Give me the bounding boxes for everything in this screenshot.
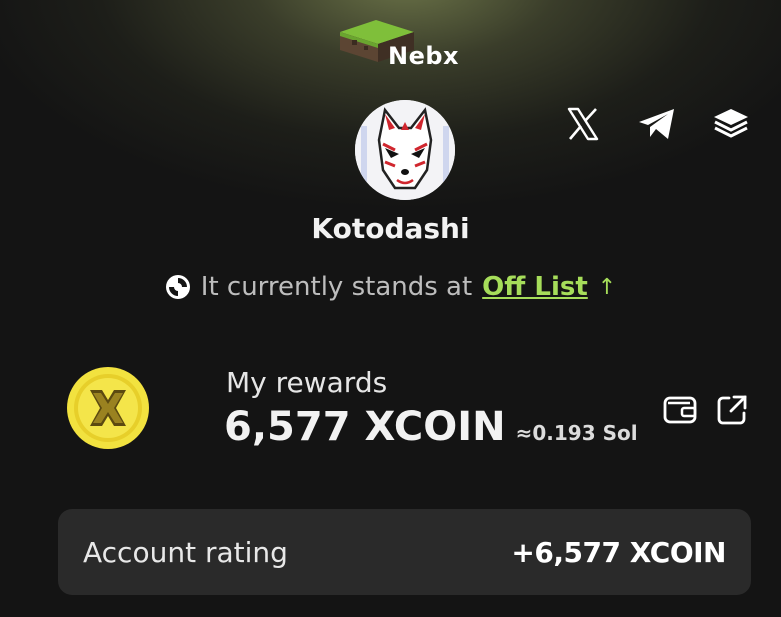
x-icon xyxy=(567,107,599,141)
external-link-icon xyxy=(717,395,747,425)
account-rating-value: +6,577 XCOIN xyxy=(511,535,726,569)
status-text: It currently stands at xyxy=(200,272,473,302)
xcoin-icon xyxy=(67,367,149,449)
layers-icon xyxy=(714,109,748,138)
social-links xyxy=(563,104,751,144)
avatar xyxy=(355,100,455,200)
account-rating-card: Account rating +6,577 XCOIN xyxy=(58,509,751,595)
username: Kotodashi xyxy=(311,212,470,245)
brand-name: Nebx xyxy=(388,42,460,70)
wallet-button[interactable] xyxy=(660,390,700,430)
rewards-amount: 6,577 XCOIN ≈0.193 Sol xyxy=(224,404,638,450)
up-arrow-icon: ↑ xyxy=(597,274,617,300)
spinner-icon xyxy=(165,275,190,299)
kitsune-mask-icon xyxy=(355,100,455,200)
list-status: It currently stands at Off List ↑ xyxy=(0,272,781,302)
layers-social-button[interactable] xyxy=(711,104,751,144)
external-link-button[interactable] xyxy=(712,390,752,430)
x-social-button[interactable] xyxy=(563,104,603,144)
off-list-link[interactable]: Off List xyxy=(482,272,588,302)
wallet-icon xyxy=(663,396,697,424)
telegram-social-button[interactable] xyxy=(637,104,677,144)
account-rating-label: Account rating xyxy=(83,535,288,569)
rewards-sol-amount: ≈0.193 Sol xyxy=(515,421,638,445)
rewards-xcoin-amount: 6,577 XCOIN xyxy=(224,404,506,450)
rewards-label: My rewards xyxy=(226,366,388,399)
brand-logo: Nebx xyxy=(338,10,483,70)
telegram-icon xyxy=(639,109,674,139)
